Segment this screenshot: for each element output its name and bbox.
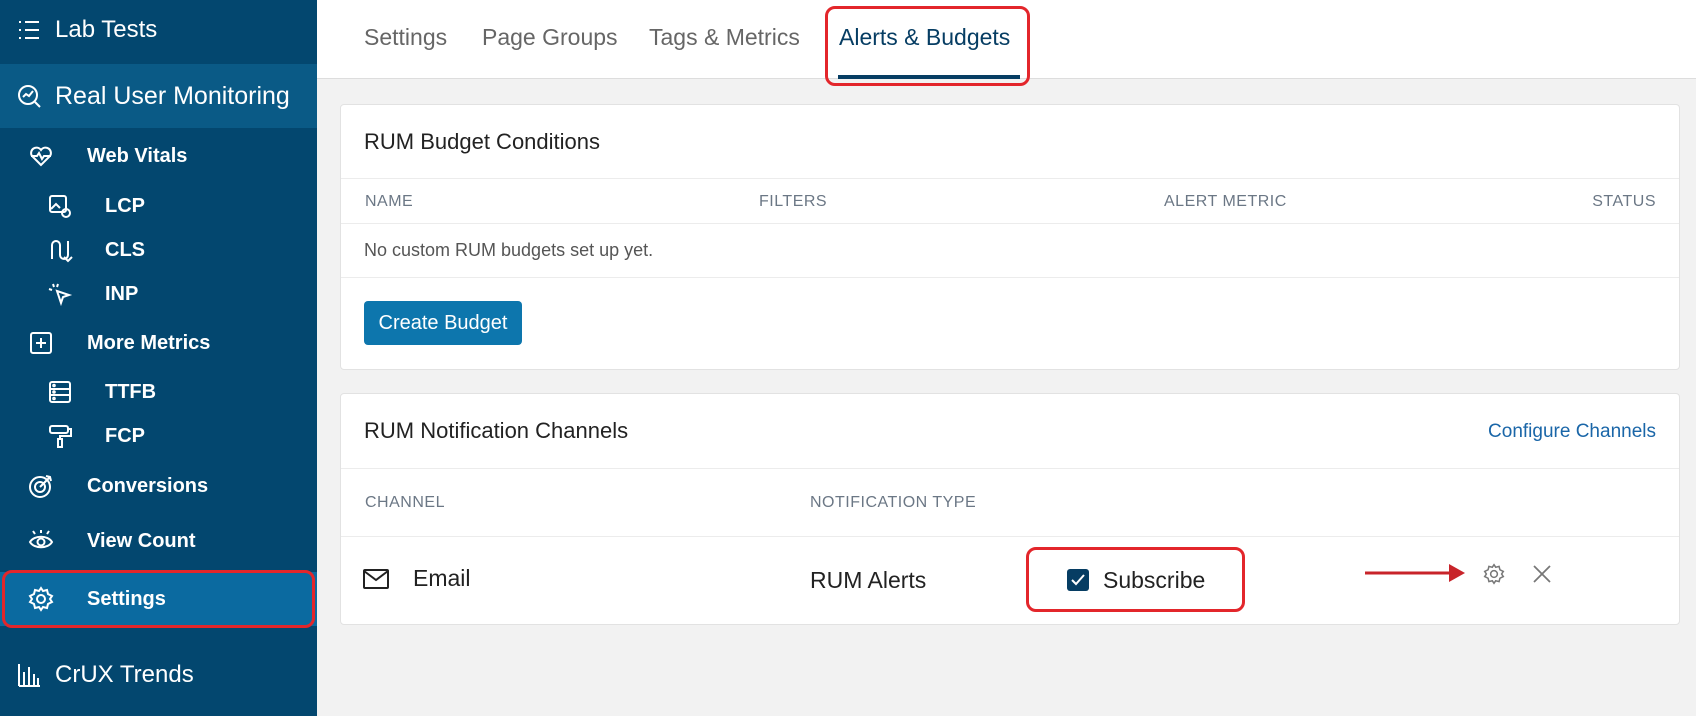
gear-icon (28, 586, 54, 612)
column-header-status: STATUS (1592, 193, 1656, 210)
tab-alerts-budgets[interactable]: Alerts & Budgets (839, 24, 1010, 51)
column-header-channel: CHANNEL (365, 494, 445, 511)
notification-channels-card: RUM Notification Channels Configure Chan… (340, 393, 1680, 625)
arrow-right-icon (1365, 560, 1465, 586)
divider (341, 178, 1679, 179)
budget-conditions-card: RUM Budget Conditions NAME FILTERS ALERT… (340, 104, 1680, 370)
sidebar-item-fcp[interactable]: FCP (0, 418, 317, 454)
card-title: RUM Notification Channels (364, 418, 629, 443)
pointer-click-icon (47, 281, 73, 307)
configure-channels-link[interactable]: Configure Channels (1488, 421, 1656, 443)
tab-bar: Settings Page Groups Tags & Metrics Aler… (317, 0, 1696, 79)
sidebar-item-web-vitals[interactable]: Web Vitals (0, 138, 317, 174)
sidebar-item-label: Conversions (87, 474, 209, 497)
sidebar: Lab Tests Real User Monitoring Web Vital… (0, 0, 317, 716)
server-list-icon (47, 379, 73, 405)
sidebar-item-settings[interactable]: Settings (0, 572, 317, 626)
divider (341, 223, 1679, 224)
notification-type: RUM Alerts (810, 567, 927, 593)
sidebar-item-label: CrUX Trends (55, 661, 194, 688)
plus-square-icon (28, 330, 54, 356)
chart-search-icon (16, 83, 42, 109)
sidebar-item-rum[interactable]: Real User Monitoring (0, 64, 317, 128)
eye-icon (28, 528, 54, 554)
active-tab-underline (838, 75, 1020, 79)
sidebar-item-label: More Metrics (87, 331, 211, 354)
tab-tags-metrics[interactable]: Tags & Metrics (649, 24, 800, 51)
sidebar-item-label: LCP (105, 194, 145, 217)
divider (341, 277, 1679, 278)
mail-icon (363, 566, 389, 592)
sidebar-item-label: INP (105, 282, 139, 305)
sidebar-item-cls[interactable]: CLS (0, 232, 317, 268)
close-icon[interactable] (1529, 561, 1555, 587)
sidebar-item-lcp[interactable]: LCP (0, 188, 317, 224)
column-header-notification-type: NOTIFICATION TYPE (810, 494, 977, 511)
target-icon (28, 473, 54, 499)
list-icon (16, 17, 42, 43)
sidebar-item-label: Real User Monitoring (55, 81, 290, 110)
divider (341, 536, 1679, 537)
sidebar-item-view-count[interactable]: View Count (0, 522, 317, 560)
heart-pulse-icon (28, 143, 54, 169)
column-header-alert-metric: ALERT METRIC (1164, 193, 1287, 210)
channel-name: Email (413, 565, 471, 591)
sidebar-item-inp[interactable]: INP (0, 276, 317, 312)
card-title: RUM Budget Conditions (364, 129, 601, 154)
sidebar-item-label: CLS (105, 238, 145, 261)
column-header-filters: FILTERS (759, 193, 828, 210)
sidebar-item-label: Settings (87, 587, 166, 610)
sidebar-item-ttfb[interactable]: TTFB (0, 374, 317, 410)
sidebar-item-conversions[interactable]: Conversions (0, 467, 317, 505)
checkbox-checked-icon[interactable] (1067, 569, 1089, 591)
create-budget-button[interactable]: Create Budget (364, 301, 522, 345)
sidebar-item-label: FCP (105, 424, 145, 447)
sidebar-item-label: Lab Tests (55, 16, 158, 43)
sidebar-item-more-metrics[interactable]: More Metrics (0, 325, 317, 361)
sidebar-item-label: Web Vitals (87, 144, 188, 167)
sidebar-item-lab-tests[interactable]: Lab Tests (0, 0, 317, 60)
tab-settings[interactable]: Settings (364, 24, 447, 51)
gear-icon[interactable] (1481, 561, 1507, 587)
divider (341, 468, 1679, 469)
shift-arrow-icon (47, 237, 73, 263)
subscribe-label[interactable]: Subscribe (1103, 567, 1205, 594)
sidebar-item-label: View Count (87, 529, 196, 552)
empty-state-message: No custom RUM budgets set up yet. (364, 240, 654, 260)
tab-page-groups[interactable]: Page Groups (482, 24, 618, 51)
paint-roller-icon (47, 423, 73, 449)
column-header-name: NAME (365, 193, 414, 210)
image-eye-icon (47, 193, 73, 219)
sidebar-item-crux-trends[interactable]: CrUX Trends (0, 643, 317, 707)
bar-chart-icon (16, 662, 42, 688)
sidebar-item-label: TTFB (105, 380, 157, 403)
